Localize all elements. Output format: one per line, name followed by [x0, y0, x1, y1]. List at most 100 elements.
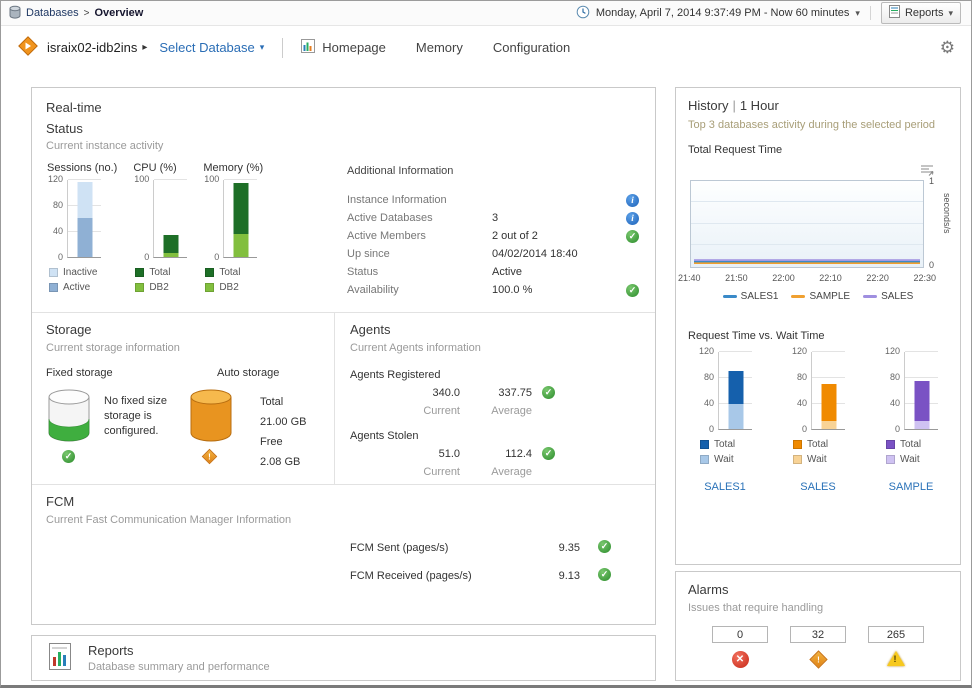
gridline: [812, 351, 845, 352]
auto-storage-label: Auto storage: [217, 367, 279, 379]
info-row: Active Databases 3 i: [347, 209, 639, 227]
info-row: Active Members 2 out of 2 ✓: [347, 227, 639, 245]
breadcrumb-databases[interactable]: Databases: [26, 7, 79, 19]
breadcrumb-overview: Overview: [94, 7, 143, 19]
fixed-storage-ok-icon: ✓: [62, 450, 75, 463]
legend-swatch: [791, 295, 805, 298]
legend-swatch: [700, 440, 709, 449]
select-database-dropdown[interactable]: Select Database ▾: [159, 40, 264, 55]
settings-gear-icon[interactable]: ⚙: [940, 39, 955, 56]
legend-swatch: [723, 295, 737, 298]
topbar-divider: [870, 6, 871, 20]
divider: [32, 312, 655, 313]
gridline: [905, 377, 938, 378]
legend-label: Total: [149, 267, 170, 278]
stacked-bar: [728, 371, 743, 429]
tab-memory[interactable]: Memory: [416, 40, 463, 55]
info-icon[interactable]: i: [626, 212, 639, 225]
cpu-chart: CPU (%) 1000 Total DB2: [133, 162, 187, 293]
legend-swatch: [205, 268, 214, 277]
memory-chart: Memory (%)1000TotalDB2: [203, 162, 263, 293]
fcm-received-label: FCM Received (pages/s): [350, 570, 472, 582]
chart-legend: Total Wait: [700, 439, 752, 465]
plot-area: [223, 180, 257, 258]
divider: [334, 312, 335, 484]
storage-subtitle: Current storage information: [46, 342, 180, 354]
fixed-storage-label: Fixed storage: [46, 367, 113, 379]
legend-swatch: [886, 455, 895, 464]
warning-diamond-icon: !: [809, 650, 827, 668]
legend-item: Total: [700, 439, 752, 450]
time-range-selector[interactable]: Monday, April 7, 2014 9:37:49 PM - Now 6…: [596, 7, 850, 19]
legend-item: Total: [793, 439, 845, 450]
legend-label: Wait: [900, 454, 920, 465]
legend-label: Total: [714, 439, 735, 450]
average-label: Average: [472, 466, 532, 478]
stacked-bar: [233, 183, 248, 257]
status-charts-row: Sessions (no.)12080400InactiveActive CPU…: [47, 162, 263, 293]
bar-segment-total: [233, 183, 248, 234]
critical-error-icon: ✕: [732, 651, 749, 668]
chart-title: CPU (%): [133, 162, 187, 174]
plot-area: [153, 180, 187, 258]
auto-storage-cylinder-icon: [188, 388, 234, 445]
y-axis: 1000: [133, 180, 153, 258]
ok-status-icon: ✓: [626, 230, 639, 243]
plot-area: [67, 180, 101, 258]
y-tick-label: 0: [709, 424, 714, 434]
request-wait-charts-row: 12080400TotalWait SALES1 12080400TotalWa…: [682, 352, 954, 493]
reports-panel-subtitle: Database summary and performance: [88, 661, 270, 673]
auto-total-value: 21.00 GB: [260, 416, 306, 428]
reports-panel[interactable]: Reports Database summary and performance: [31, 635, 656, 681]
info-row: Availability 100.0 % ✓: [347, 281, 639, 299]
y-tick-label: 0: [895, 424, 900, 434]
legend-label: Wait: [714, 454, 734, 465]
chart-legend: Total DB2: [135, 267, 187, 293]
info-icon[interactable]: i: [626, 194, 639, 207]
sales1-bar-chart: 12080400TotalWait: [698, 352, 752, 465]
chart-plot-row: 12080400: [47, 180, 117, 258]
realtime-panel: Real-time Status Current instance activi…: [31, 87, 656, 625]
agents-registered-ok-icon: ✓: [542, 386, 555, 399]
y-tick-label: 120: [699, 346, 714, 356]
alarm-critical[interactable]: 0 ✕: [712, 626, 768, 668]
tab-homepage[interactable]: Homepage: [301, 39, 386, 56]
current-label: Current: [390, 466, 460, 478]
y-tick-label: 1: [929, 176, 934, 186]
history-title: History|1 Hour: [688, 98, 779, 113]
instance-arrow-icon: ▸: [142, 42, 147, 53]
alarm-count: 0: [712, 626, 768, 643]
legend-item: Total: [205, 267, 263, 278]
legend-swatch: [135, 268, 144, 277]
y-tick-label: 80: [53, 200, 63, 210]
database-link[interactable]: SAMPLE: [889, 481, 934, 493]
sessions-chart: Sessions (no.)12080400InactiveActive: [47, 162, 117, 293]
alarm-count: 32: [790, 626, 846, 643]
info-row: Status Active: [347, 263, 639, 281]
database-link[interactable]: SALES1: [704, 481, 746, 493]
gridline: [691, 244, 923, 245]
chart-title: Sessions (no.): [47, 162, 117, 174]
legend-item: DB2: [205, 282, 263, 293]
database-link[interactable]: SALES: [800, 481, 835, 493]
agents-stolen-current: 51.0: [390, 448, 460, 460]
alarm-caution[interactable]: 265 !: [868, 626, 924, 668]
alarm-warning[interactable]: 32 !: [790, 626, 846, 668]
time-range-caret-icon[interactable]: ▾: [855, 8, 860, 19]
topbar: Databases > Overview Monday, April 7, 20…: [1, 1, 971, 26]
fcm-sent-value: 9.35: [520, 542, 580, 554]
bar-segment-wait: [914, 421, 929, 429]
clock-icon: [576, 5, 590, 22]
bar-segment-total: [821, 384, 836, 421]
agents-stolen-ok-icon: ✓: [542, 447, 555, 460]
additional-information: Additional Information Instance Informat…: [347, 165, 639, 299]
db-chart-column: 12080400TotalWait SALES: [775, 352, 861, 493]
instance-name[interactable]: israix02-idb2ins: [47, 40, 137, 55]
tab-configuration[interactable]: Configuration: [493, 40, 570, 55]
reports-button[interactable]: Reports ▾: [881, 2, 961, 24]
bar-segment-total: [163, 235, 178, 253]
legend-item: DB2: [135, 282, 187, 293]
bar-segment-total: [728, 371, 743, 404]
fcm-received-ok-icon: ✓: [598, 568, 611, 581]
chart-plot-row: 1000: [203, 180, 263, 258]
